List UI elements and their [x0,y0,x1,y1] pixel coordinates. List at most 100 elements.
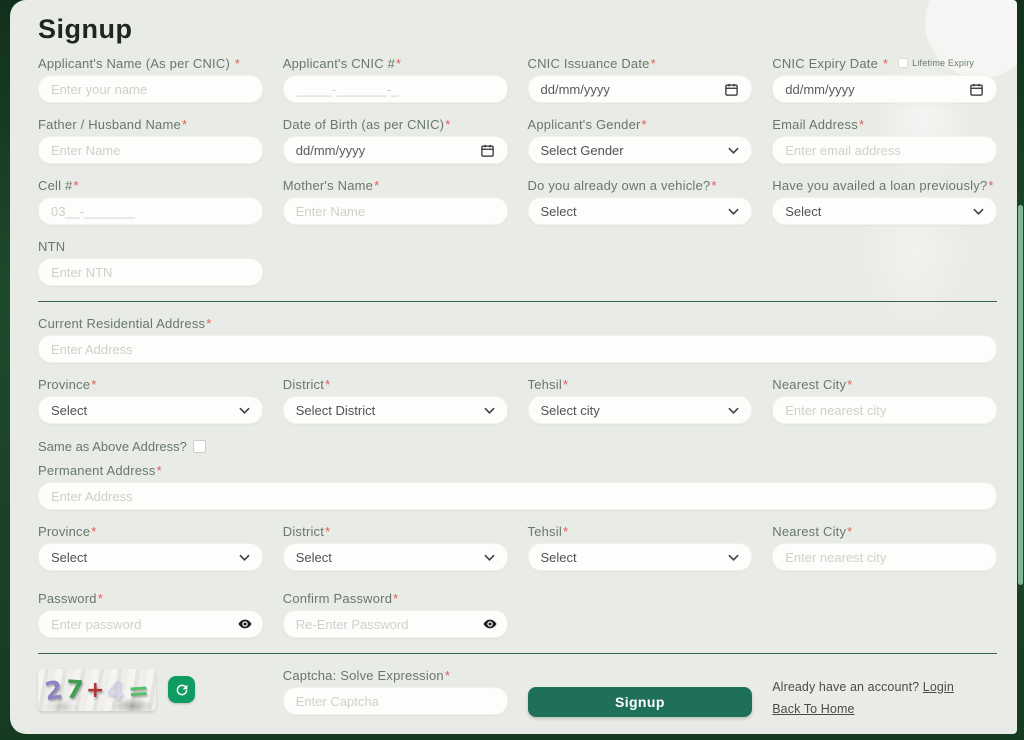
gender-select[interactable]: Select Gender [528,136,753,164]
cnic-expiry-date-value: dd/mm/yyyy [785,82,854,97]
current-tehsil-select[interactable]: Select city [528,396,753,424]
availed-loan-select[interactable]: Select [772,197,997,225]
lifetime-expiry-checkbox[interactable] [898,58,908,68]
email-input[interactable] [772,136,997,164]
chevron-down-icon [728,208,739,215]
lifetime-expiry-label: Lifetime Expiry [912,58,974,68]
current-address-input[interactable] [38,335,997,363]
applicant-name-input[interactable] [38,75,263,103]
back-to-home-link[interactable]: Back To Home [772,702,854,716]
account-question-text: Already have an account? [772,680,923,694]
required-mark: * [711,178,716,193]
captcha-input[interactable] [283,687,508,715]
required-mark: * [325,524,330,539]
cnic-issuance-date-input[interactable]: dd/mm/yyyy [528,75,753,103]
cnic-label: Applicant's CNIC # [283,56,395,71]
required-mark: * [988,178,993,193]
field-gender: Applicant's Gender* Select Gender [528,116,753,164]
captcha-cell: 27+4= [38,667,263,721]
confirm-password-input[interactable] [283,610,508,638]
applicant-name-label: Applicant's Name (As per CNIC) [38,56,234,71]
cnic-issuance-date-value: dd/mm/yyyy [541,82,610,97]
signup-form: Applicant's Name (As per CNIC) * Applica… [38,55,997,721]
refresh-icon [174,682,190,698]
permanent-tehsil-select[interactable]: Select [528,543,753,571]
current-province-label: Province [38,377,90,392]
permanent-province-label: Province [38,524,90,539]
required-mark: * [73,178,78,193]
cnic-issuance-label: CNIC Issuance Date [528,56,650,71]
cnic-expiry-date-input[interactable]: dd/mm/yyyy [772,75,997,103]
eye-icon[interactable] [237,616,253,632]
field-current-nearest-city: Nearest City* [772,376,997,424]
signup-card: Signup Applicant's Name (As per CNIC) * … [10,0,1017,734]
ntn-input[interactable] [38,258,263,286]
cell-label: Cell # [38,178,72,193]
permanent-nearest-city-label: Nearest City [772,524,846,539]
chevron-down-icon [239,407,250,414]
required-mark: * [98,591,103,606]
login-link[interactable]: Login [923,680,954,694]
current-province-selected-value: Select [51,403,87,418]
chevron-down-icon [484,407,495,414]
current-province-select[interactable]: Select [38,396,263,424]
links-cell: Already have an account? Login Back To H… [772,667,997,721]
permanent-district-selected-value: Select [296,550,332,565]
field-date-of-birth: Date of Birth (as per CNIC)* dd/mm/yyyy [283,116,508,164]
field-email: Email Address* [772,116,997,164]
current-nearest-city-label: Nearest City [772,377,846,392]
father-name-label: Father / Husband Name [38,117,181,132]
password-label: Password [38,591,97,606]
permanent-tehsil-selected-value: Select [541,550,577,565]
permanent-tehsil-label: Tehsil [528,524,562,539]
current-tehsil-label: Tehsil [528,377,562,392]
required-mark: * [91,377,96,392]
current-district-select[interactable]: Select District [283,396,508,424]
captcha-refresh-button[interactable] [168,676,195,703]
field-password: Password* [38,590,263,638]
dob-input[interactable]: dd/mm/yyyy [283,136,508,164]
required-mark: * [563,377,568,392]
permanent-province-select[interactable]: Select [38,543,263,571]
cell-input[interactable] [38,197,263,225]
page-scrollbar[interactable] [1018,205,1023,585]
page-title: Signup [38,14,997,45]
permanent-address-input[interactable] [38,482,997,510]
password-input[interactable] [38,610,263,638]
eye-icon[interactable] [482,616,498,632]
calendar-icon [480,143,495,158]
signup-button-cell: Signup [528,667,753,721]
required-mark: * [325,377,330,392]
required-mark: * [847,377,852,392]
mother-name-input[interactable] [283,197,508,225]
same-as-above-checkbox[interactable] [193,440,206,453]
calendar-icon [969,82,984,97]
signup-button[interactable]: Signup [528,687,753,717]
field-permanent-address: Permanent Address* [38,462,997,510]
chevron-down-icon [239,554,250,561]
required-mark: * [883,56,888,71]
own-vehicle-select[interactable]: Select [528,197,753,225]
permanent-nearest-city-input[interactable] [772,543,997,571]
availed-loan-label: Have you availed a loan previously? [772,178,987,193]
field-current-address: Current Residential Address* [38,315,997,363]
permanent-district-label: District [283,524,324,539]
section-divider [38,653,997,654]
father-name-input[interactable] [38,136,263,164]
required-mark: * [642,117,647,132]
permanent-district-select[interactable]: Select [283,543,508,571]
chevron-down-icon [728,147,739,154]
dob-label: Date of Birth (as per CNIC) [283,117,444,132]
field-permanent-province: Province* Select [38,523,263,571]
field-confirm-password: Confirm Password* [283,590,508,638]
ntn-label: NTN [38,239,65,254]
permanent-province-selected-value: Select [51,550,87,565]
cnic-input[interactable] [283,75,508,103]
required-mark: * [847,524,852,539]
chevron-down-icon [728,407,739,414]
required-mark: * [91,524,96,539]
availed-loan-selected-value: Select [785,204,821,219]
current-nearest-city-input[interactable] [772,396,997,424]
chevron-down-icon [728,554,739,561]
current-district-selected-value: Select District [296,403,375,418]
